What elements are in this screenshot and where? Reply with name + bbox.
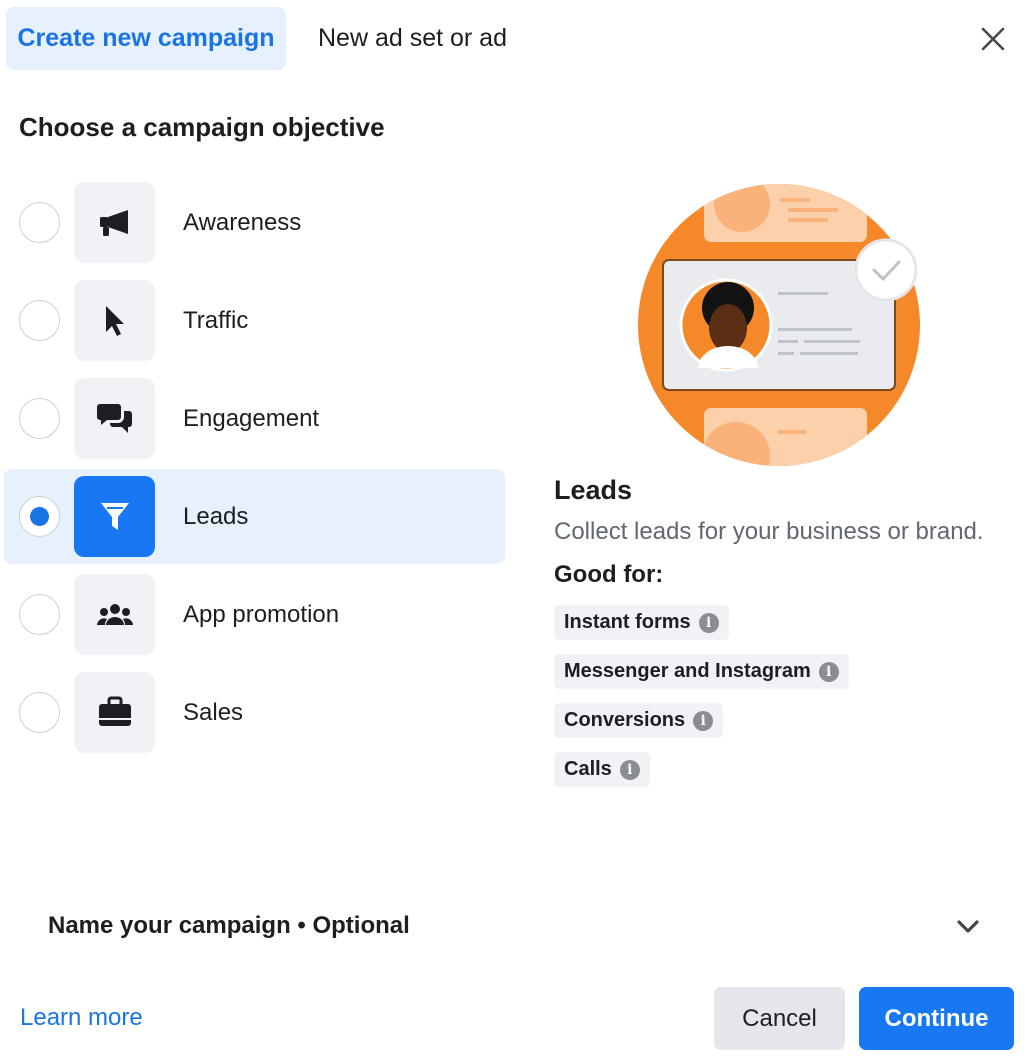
objective-leads[interactable]: Leads bbox=[4, 469, 505, 564]
people-group-icon bbox=[96, 603, 133, 625]
page-title: Choose a campaign objective bbox=[19, 112, 385, 142]
objective-title: Leads bbox=[554, 475, 633, 505]
chip-label: Instant forms bbox=[564, 611, 691, 633]
objective-icon-tile bbox=[74, 672, 155, 753]
objective-icon-tile bbox=[74, 378, 155, 459]
megaphone-icon bbox=[99, 209, 128, 236]
objective-label: Leads bbox=[183, 502, 249, 530]
objective-icon-tile bbox=[74, 182, 155, 263]
cursor-icon bbox=[105, 305, 124, 336]
expand-button[interactable] bbox=[950, 910, 986, 944]
objective-label: Engagement bbox=[183, 404, 320, 432]
leads-illustration bbox=[638, 184, 920, 466]
name-campaign-toggle-label[interactable]: Name your campaign • Optional bbox=[48, 912, 410, 940]
objective-icon-tile bbox=[74, 574, 155, 655]
info-icon[interactable]: i bbox=[619, 759, 640, 780]
objective-awareness[interactable]: Awareness bbox=[4, 175, 505, 270]
tab-create-new-campaign[interactable]: Create new campaign bbox=[6, 7, 286, 70]
objective-traffic[interactable]: Traffic bbox=[4, 273, 505, 368]
objective-app-promotion[interactable]: App promotion bbox=[4, 567, 505, 662]
radio-button[interactable] bbox=[19, 692, 60, 733]
chip-label: Messenger and Instagram bbox=[564, 660, 811, 682]
objective-sales[interactable]: Sales bbox=[4, 665, 505, 760]
good-for-label: Good for: bbox=[554, 561, 664, 588]
objective-engagement[interactable]: Engagement bbox=[4, 371, 505, 466]
objective-description: Collect leads for your business or brand… bbox=[554, 518, 984, 545]
good-for-chip: Calls i bbox=[554, 752, 650, 787]
funnel-icon bbox=[100, 502, 129, 530]
radio-button[interactable] bbox=[19, 300, 60, 341]
objective-label: App promotion bbox=[183, 600, 340, 628]
radio-button[interactable] bbox=[19, 594, 60, 635]
info-icon[interactable]: i bbox=[698, 612, 719, 633]
chat-bubbles-icon bbox=[96, 403, 132, 433]
close-icon bbox=[981, 27, 1005, 51]
radio-button[interactable] bbox=[19, 398, 60, 439]
learn-more-link[interactable]: Learn more bbox=[20, 1004, 143, 1032]
objective-label: Sales bbox=[183, 698, 244, 726]
continue-button[interactable]: Continue bbox=[859, 987, 1014, 1050]
objective-label: Awareness bbox=[183, 208, 302, 236]
chip-label: Calls bbox=[564, 758, 612, 780]
info-icon[interactable]: i bbox=[693, 710, 714, 731]
cancel-button[interactable]: Cancel bbox=[714, 987, 845, 1050]
radio-button-selected[interactable] bbox=[19, 496, 60, 537]
good-for-chip: Messenger and Instagram i bbox=[554, 654, 849, 689]
good-for-chip: Conversions i bbox=[554, 703, 724, 738]
objective-icon-tile bbox=[74, 280, 155, 361]
chip-label: Conversions bbox=[564, 709, 686, 731]
info-icon[interactable]: i bbox=[818, 661, 839, 682]
objective-icon-tile bbox=[74, 476, 155, 557]
close-button[interactable] bbox=[972, 20, 1014, 58]
radio-button[interactable] bbox=[19, 202, 60, 243]
tab-new-ad-set-or-ad[interactable]: New ad set or ad bbox=[300, 7, 525, 70]
objective-label: Traffic bbox=[183, 306, 249, 334]
chevron-down-icon bbox=[957, 920, 979, 933]
shopping-bag-icon bbox=[98, 696, 131, 726]
good-for-chip: Instant forms i bbox=[554, 605, 729, 640]
